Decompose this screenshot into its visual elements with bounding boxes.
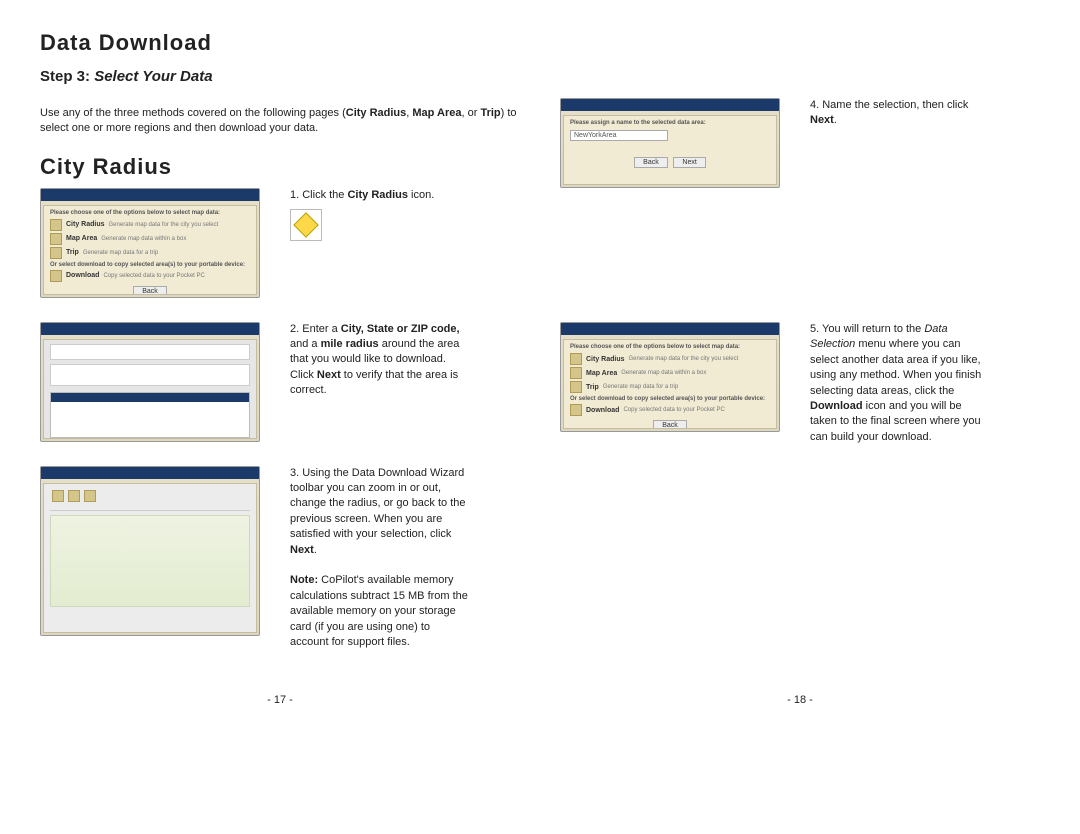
shot-or: Or select download to copy selected area… <box>570 396 770 402</box>
step-5-row: Please choose one of the options below t… <box>560 322 1040 445</box>
step-text: Enter a <box>302 323 341 335</box>
step-bold: mile radius <box>321 338 379 350</box>
step-num: 1. <box>290 189 302 201</box>
step-prefix: Step 3: <box>40 68 90 85</box>
intro-text: , or <box>462 107 481 119</box>
step-4-text: 4. Name the selection, then click Next. <box>810 98 990 129</box>
intro-maparea: Map Area <box>412 107 461 119</box>
map-area-icon <box>570 367 582 379</box>
intro-paragraph: Use any of the three methods covered on … <box>40 106 520 136</box>
step-bold: Next <box>810 114 834 126</box>
back-button: Back <box>653 420 687 429</box>
step-bold: City Radius <box>347 189 408 201</box>
screenshot-enter-city <box>40 322 260 442</box>
step-text: icon. <box>408 189 434 201</box>
download-icon <box>570 404 582 416</box>
city-radius-icon <box>290 209 322 241</box>
shot-or: Or select download to copy selected area… <box>50 262 250 268</box>
city-radius-icon <box>570 353 582 365</box>
shot-heading: Please choose one of the options below t… <box>50 210 250 216</box>
step-num: 5. <box>810 323 822 335</box>
step-text: Using the Data Download Wizard toolbar y… <box>290 467 466 541</box>
screenshot-data-selection-return: Please choose one of the options below t… <box>560 322 780 432</box>
toolbar-icon <box>68 490 80 502</box>
title-city-radius: City Radius <box>40 154 520 180</box>
step-3-row: 3. Using the Data Download Wizard toolba… <box>40 466 520 651</box>
page-18: Please assign a name to the selected dat… <box>540 30 1040 706</box>
name-input-value: NewYorkArea <box>574 132 617 139</box>
screenshot-name-selection: Please assign a name to the selected dat… <box>560 98 780 188</box>
step-text: and a <box>290 338 321 350</box>
step-text: . <box>314 544 317 556</box>
step-bold: City, State or ZIP code, <box>341 323 460 335</box>
step-text: You will return to the <box>822 323 924 335</box>
step-1-text: 1. Click the City Radius icon. <box>290 188 470 241</box>
download-icon <box>50 270 62 282</box>
shot-heading: Please choose one of the options below t… <box>570 344 770 350</box>
step-num: 3. <box>290 467 302 479</box>
step-bold: Download <box>810 400 863 412</box>
back-button: Back <box>133 286 167 295</box>
trip-icon <box>50 247 62 259</box>
intro-trip: Trip <box>480 107 500 119</box>
shot-heading: Please assign a name to the selected dat… <box>570 120 770 126</box>
toolbar-icon <box>52 490 64 502</box>
step-text: Name the selection, then click <box>822 99 968 111</box>
step-bold: Next <box>290 544 314 556</box>
step-2-text: 2. Enter a City, State or ZIP code, and … <box>290 322 470 399</box>
page-spread: Data Download Step 3: Select Your Data U… <box>0 0 1080 726</box>
step-5-text: 5. You will return to the Data Selection… <box>810 322 990 445</box>
next-button: Next <box>673 157 705 168</box>
step-num: 2. <box>290 323 302 335</box>
step-1-row: Please choose one of the options below t… <box>40 188 520 298</box>
subtitle-step3: Step 3: Select Your Data <box>40 68 520 85</box>
page-17: Data Download Step 3: Select Your Data U… <box>40 30 540 706</box>
step-text: . <box>834 114 837 126</box>
step-num: 4. <box>810 99 822 111</box>
screenshot-data-selection: Please choose one of the options below t… <box>40 188 260 298</box>
step-2-row: 2. Enter a City, State or ZIP code, and … <box>40 322 520 442</box>
map-area-icon <box>50 233 62 245</box>
step-title: Select Your Data <box>94 68 212 85</box>
page-number-18: - 18 - <box>560 674 1040 706</box>
back-button: Back <box>634 157 668 168</box>
step-4-row: Please assign a name to the selected dat… <box>560 98 1040 188</box>
title-data-download: Data Download <box>40 30 520 56</box>
step-3-text: 3. Using the Data Download Wizard toolba… <box>290 466 470 651</box>
step-bold: Next <box>317 369 341 381</box>
page-number-17: - 17 - <box>40 674 520 706</box>
intro-cityradius: City Radius <box>346 107 407 119</box>
screenshot-wizard-map <box>40 466 260 636</box>
note-label: Note: <box>290 574 318 586</box>
trip-icon <box>570 381 582 393</box>
step-text: Click the <box>302 189 347 201</box>
city-radius-icon <box>50 219 62 231</box>
intro-text: Use any of the three methods covered on … <box>40 107 346 119</box>
toolbar-icon <box>84 490 96 502</box>
